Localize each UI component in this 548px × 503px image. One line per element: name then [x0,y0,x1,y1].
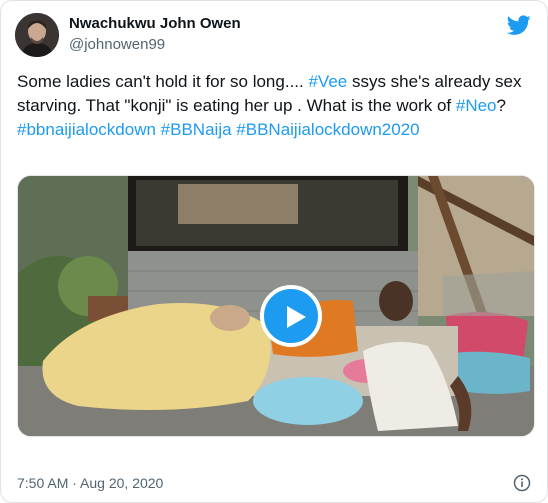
timestamp-separator: · [68,475,81,491]
avatar[interactable] [15,13,59,57]
tweet-text: Some ladies can't hold it for so long...… [17,70,529,142]
tweet-text-segment: ? [496,96,506,115]
hashtag-link[interactable]: #BBNaijialockdown2020 [236,120,419,139]
author-name[interactable]: Nwachukwu John Owen [69,15,241,32]
twitter-bird-icon[interactable] [506,13,531,37]
play-button[interactable] [260,285,322,347]
hashtag-link[interactable]: #bbnaijialockdown [17,120,156,139]
hashtag-link[interactable]: #Neo [456,96,497,115]
play-icon [287,306,306,328]
tweet-text-segment: Some ladies can't hold it for so long...… [17,72,309,91]
tweet-time[interactable]: 7:50 AM [17,475,68,491]
tweet-date[interactable]: Aug 20, 2020 [80,475,163,491]
video-thumbnail[interactable] [17,175,535,437]
hashtag-link[interactable]: #BBNaija [161,120,232,139]
info-icon[interactable] [513,474,531,492]
tweet-timestamp: 7:50 AM · Aug 20, 2020 [17,475,163,491]
author-handle[interactable]: @johnowen99 [69,36,165,53]
tweet-card: Nwachukwu John Owen @johnowen99 Some lad… [0,0,548,503]
hashtag-link[interactable]: #Vee [308,72,347,91]
